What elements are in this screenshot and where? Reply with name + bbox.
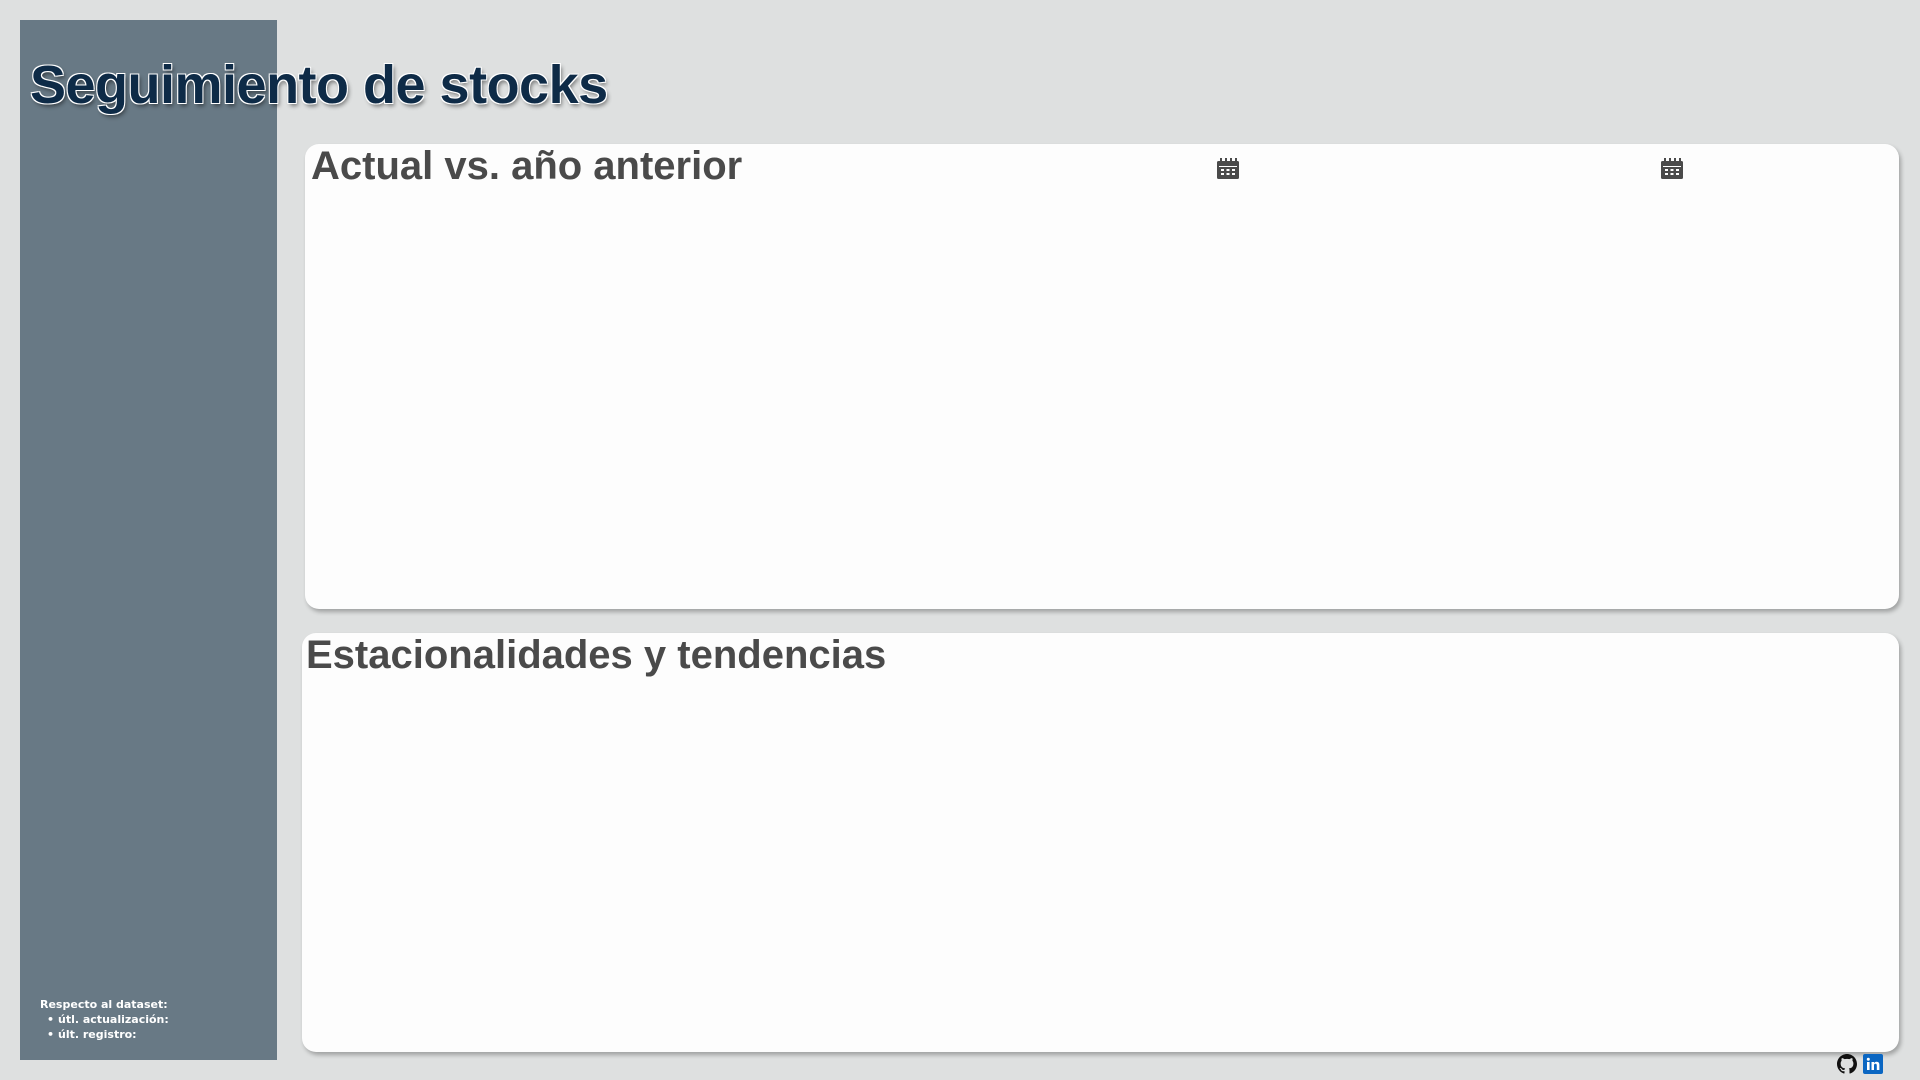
seasonality-title: Estacionalidades y tendencias (306, 633, 887, 677)
calendar-icon[interactable] (1216, 158, 1240, 180)
dataset-info-heading: Respecto al dataset: (40, 998, 168, 1011)
dataset-info-list: útl. actualización: últ. registro: (40, 1012, 169, 1042)
sidebar: Respecto al dataset: útl. actualización:… (20, 20, 277, 1060)
current-vs-previous-card: Actual vs. año anterior (305, 144, 1899, 609)
calendar-icon[interactable] (1660, 158, 1684, 180)
dataset-info: Respecto al dataset: útl. actualización:… (40, 997, 169, 1042)
dataset-last-update: útl. actualización: (58, 1012, 169, 1027)
seasonality-card: Estacionalidades y tendencias (302, 633, 1899, 1052)
linkedin-icon[interactable] (1863, 1054, 1883, 1074)
current-vs-previous-title: Actual vs. año anterior (311, 144, 743, 188)
page-title: Seguimiento de stocks (30, 55, 608, 115)
github-icon[interactable] (1837, 1054, 1857, 1074)
dataset-last-record: últ. registro: (58, 1027, 169, 1042)
footer-links (1837, 1054, 1883, 1074)
